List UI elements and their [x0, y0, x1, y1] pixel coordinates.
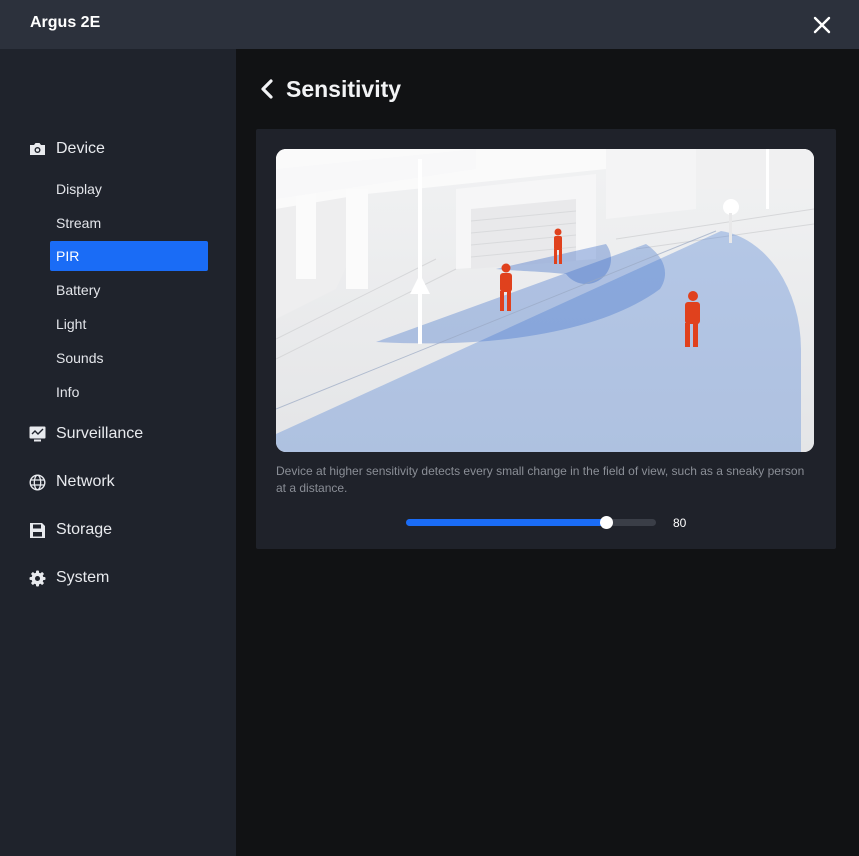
slider-thumb[interactable] — [600, 516, 613, 529]
globe-icon — [28, 473, 47, 492]
sidebar-group-label: System — [56, 569, 110, 586]
sidebar-item-stream[interactable]: Stream — [50, 208, 208, 238]
sidebar-group-storage[interactable]: Storage — [28, 516, 112, 544]
sidebar-group-label: Device — [56, 140, 105, 157]
pir-detection-illustration — [276, 149, 814, 452]
camera-icon — [28, 140, 47, 159]
sensitivity-card: Device at higher sensitivity detects eve… — [256, 129, 836, 549]
sidebar-group-label: Storage — [56, 521, 113, 538]
slider-fill — [406, 519, 606, 526]
page-title: Sensitivity — [286, 75, 402, 102]
close-icon — [813, 16, 831, 34]
sidebar-group-surveillance[interactable]: Surveillance — [28, 420, 143, 448]
sidebar-item-battery[interactable]: Battery — [50, 275, 208, 305]
sidebar — [0, 49, 236, 856]
back-button[interactable] — [256, 78, 278, 100]
slider-value: 80 — [673, 516, 687, 530]
sidebar-group-device[interactable]: Device — [28, 135, 105, 163]
sensitivity-slider[interactable] — [406, 516, 656, 529]
sidebar-group-system[interactable]: System — [28, 564, 109, 592]
sidebar-group-network[interactable]: Network — [28, 468, 115, 496]
sidebar-item-sounds[interactable]: Sounds — [50, 343, 208, 373]
title-bar: Argus 2E — [0, 0, 859, 49]
sidebar-item-light[interactable]: Light — [50, 309, 208, 339]
chevron-left-icon — [261, 79, 273, 99]
monitor-icon — [28, 425, 47, 444]
sidebar-item-info[interactable]: Info — [50, 377, 208, 407]
sidebar-group-label: Network — [56, 473, 115, 490]
floppy-icon — [28, 521, 47, 540]
sidebar-item-pir[interactable]: PIR — [50, 241, 208, 271]
sidebar-group-label: Surveillance — [56, 425, 144, 442]
sidebar-item-display[interactable]: Display — [50, 174, 208, 204]
gear-icon — [28, 569, 47, 588]
close-button[interactable] — [808, 11, 836, 39]
sensitivity-description: Device at higher sensitivity detects eve… — [276, 464, 805, 495]
page-header: Sensitivity — [256, 72, 401, 106]
window-title: Argus 2E — [30, 14, 101, 31]
